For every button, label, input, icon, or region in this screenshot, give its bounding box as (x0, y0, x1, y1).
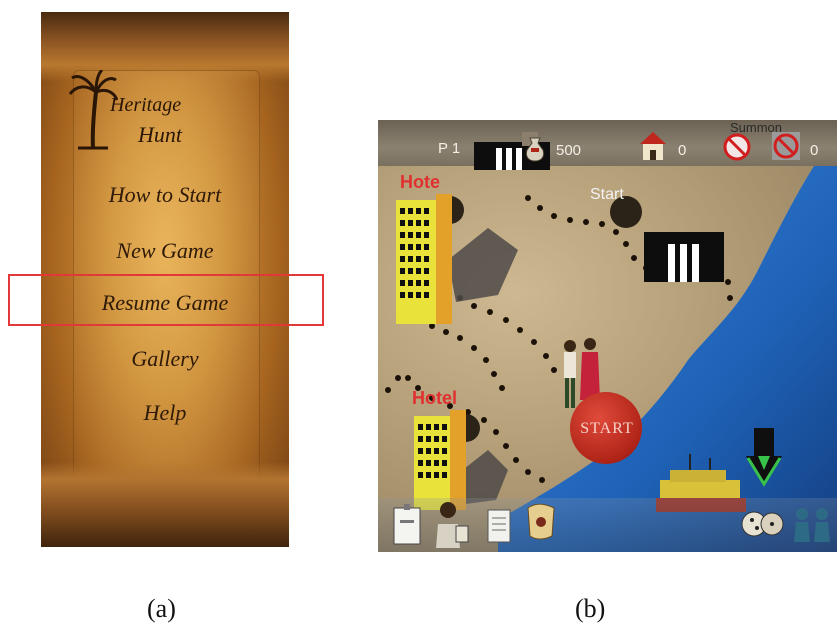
hotel-label-top: Hote (400, 172, 440, 192)
resume-game-highlight-box (8, 274, 324, 326)
logo-title-line2: Hunt (138, 122, 182, 147)
hotel-building-icon[interactable] (394, 194, 454, 326)
player-label: P 1 (438, 140, 461, 157)
money-value: 500 (556, 142, 582, 159)
menu-new-game[interactable]: New Game (41, 238, 289, 264)
down-arrow-icon (746, 428, 782, 487)
monument-board-icon[interactable] (642, 222, 726, 282)
treasure-map-icon[interactable] (524, 502, 558, 542)
character-avatar-icon[interactable] (434, 500, 470, 548)
game-board: P 1 500 0 Summon 0 Hote Start Hotel STAR… (378, 120, 837, 552)
player-tokens-icon[interactable] (790, 504, 834, 544)
money-bag-icon (525, 137, 545, 162)
dice-icon[interactable] (740, 504, 784, 544)
start-tile-label: START (580, 420, 634, 437)
house-icon (640, 132, 666, 160)
notes-icon[interactable] (484, 504, 514, 546)
caption-b: (b) (575, 594, 606, 623)
penalty-count: 0 (810, 142, 819, 159)
no-entry-icon[interactable] (770, 130, 802, 162)
no-ticket-icon[interactable] (722, 132, 752, 162)
menu-card-icon[interactable] (392, 504, 422, 546)
house-count: 0 (678, 142, 687, 159)
start-label-small: Start (590, 186, 624, 203)
hotel-label-bottom: Hotel (412, 388, 457, 408)
logo-title-line1: Heritage (110, 94, 182, 116)
menu-gallery[interactable]: Gallery (41, 346, 289, 372)
menu-help[interactable]: Help (41, 400, 289, 426)
caption-a: (a) (147, 594, 176, 623)
hotel-building-bottom-icon[interactable] (412, 410, 468, 510)
scroll-bottom-roll (41, 462, 289, 547)
menu-how-to-start[interactable]: How to Start (41, 182, 289, 208)
